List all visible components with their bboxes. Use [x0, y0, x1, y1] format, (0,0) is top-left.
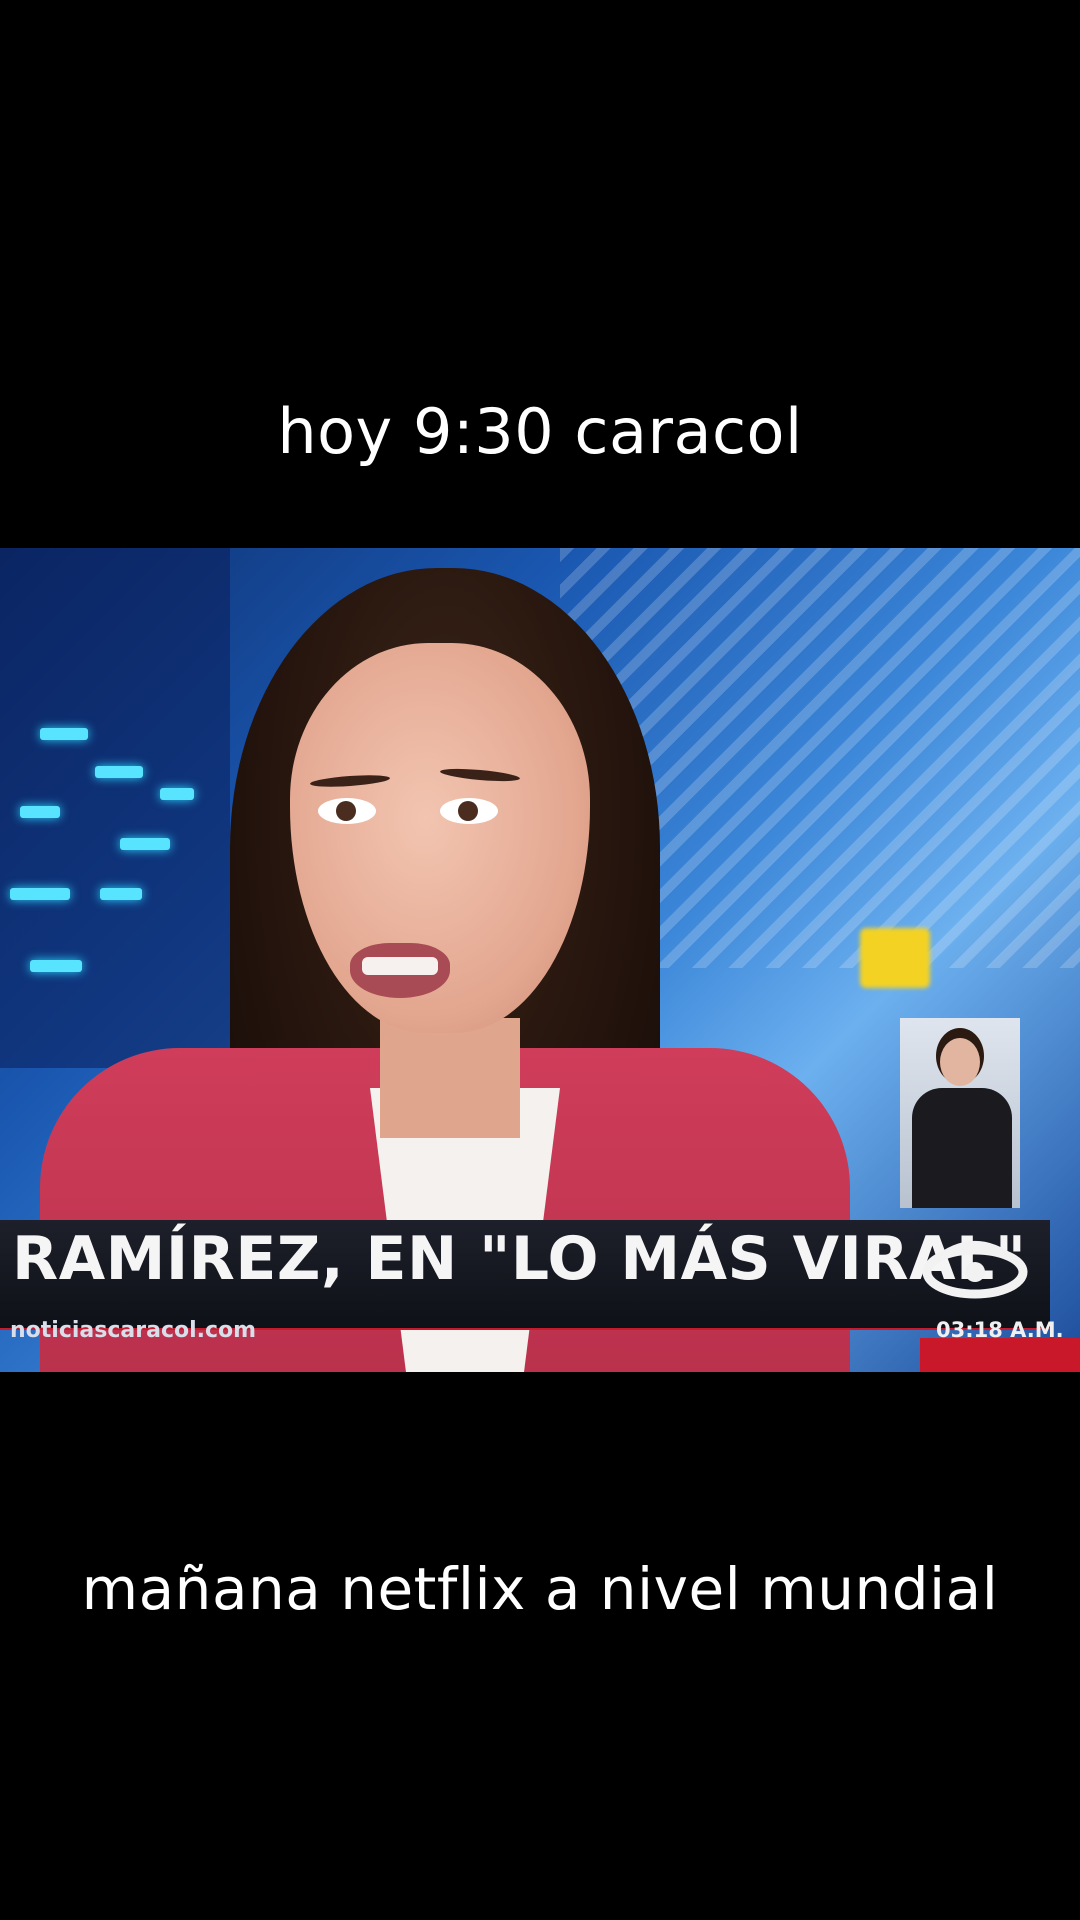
studio-light: [30, 960, 82, 972]
presenter-mouth: [350, 943, 450, 998]
red-accent-bar: [920, 1338, 1080, 1372]
interpreter-body: [912, 1088, 1012, 1208]
presenter-eye: [318, 798, 376, 824]
presenter-neck: [380, 1018, 520, 1138]
caption-bottom: mañana netflix a nivel mundial: [81, 1555, 999, 1623]
caption-top: hoy 9:30 caracol: [277, 395, 803, 468]
sign-language-interpreter: [900, 1018, 1020, 1208]
news-headline: RAMÍREZ, EN "LO MÁS VIRAL": [12, 1224, 1027, 1294]
studio-light: [160, 788, 194, 800]
studio-light: [100, 888, 142, 900]
website-label: noticiascaracol.com: [10, 1318, 257, 1343]
studio-light: [10, 888, 70, 900]
interpreter-head: [940, 1038, 980, 1086]
caracol-logo-icon: [922, 1241, 1028, 1299]
studio-desk-light: [860, 928, 930, 988]
video-frame[interactable]: RAMÍREZ, EN "LO MÁS VIRAL" noticiascarac…: [0, 548, 1080, 1372]
studio-light: [120, 838, 170, 850]
presenter-eye: [440, 798, 498, 824]
studio-light: [95, 766, 143, 778]
studio-light: [20, 806, 60, 818]
studio-light: [40, 728, 88, 740]
